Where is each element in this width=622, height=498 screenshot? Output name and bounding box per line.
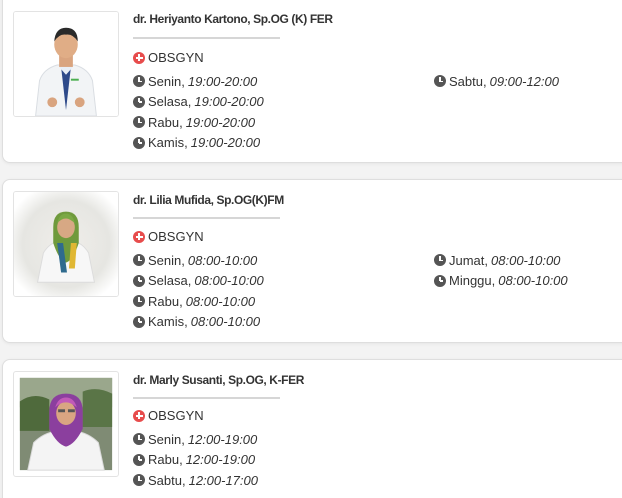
plus-circle-icon — [133, 230, 145, 243]
clock-icon — [133, 295, 145, 308]
clock-icon — [434, 274, 446, 287]
schedule-list: Senin, 12:00-19:00 Rabu, 12:00-19:00 Sabtu… — [133, 429, 258, 491]
schedule-day: Kamis, — [148, 135, 188, 151]
clock-icon — [133, 315, 145, 328]
schedule-row: Kamis, 19:00-20:00 — [133, 133, 264, 154]
schedule-day: Rabu, — [148, 452, 183, 468]
specialty-label: OBSGYN — [148, 50, 204, 65]
doctor-card: dr. Lilia Mufida, Sp.OG(K)FM OBSGYN Seni… — [2, 179, 622, 343]
schedule-day: Rabu, — [148, 293, 183, 309]
schedule-time: 08:00-10:00 — [187, 252, 258, 268]
schedule-day: Sabtu, — [148, 472, 186, 488]
clock-icon — [133, 95, 145, 108]
schedule-row: Selasa, 08:00-10:00 — [133, 271, 264, 292]
schedule-list: Senin, 08:00-10:00 Selasa, 08:00-10:00 Rab… — [133, 250, 264, 332]
specialty: OBSGYN — [133, 408, 204, 423]
schedule-day: Selasa, — [148, 94, 192, 110]
clock-icon — [133, 254, 145, 267]
divider — [133, 37, 280, 39]
schedule-row: Rabu, 08:00-10:00 — [133, 291, 264, 312]
schedule-row: Jumat, 08:00-10:00 — [434, 250, 568, 271]
specialty-label: OBSGYN — [148, 229, 204, 244]
schedule-time: 19:00-20:00 — [190, 135, 261, 151]
plus-circle-icon — [133, 409, 145, 422]
schedule-row: Senin, 19:00-20:00 — [133, 71, 264, 92]
divider — [133, 217, 280, 219]
schedule-time: 08:00-10:00 — [185, 293, 256, 309]
schedule-list: Jumat, 08:00-10:00 Minggu, 08:00-10:00 — [434, 250, 568, 291]
schedule-time: 08:00-10:00 — [190, 314, 261, 330]
schedule-row: Rabu, 19:00-20:00 — [133, 112, 264, 133]
schedule-list: Sabtu, 09:00-12:00 — [434, 71, 559, 92]
clock-icon — [133, 453, 145, 466]
clock-icon — [133, 474, 145, 487]
divider — [133, 397, 280, 399]
specialty-label: OBSGYN — [148, 408, 204, 423]
schedule-row: Sabtu, 12:00-17:00 — [133, 470, 258, 491]
clock-icon — [133, 274, 145, 287]
clock-icon — [133, 136, 145, 149]
doctor-photo[interactable] — [13, 371, 119, 477]
doctor-photo[interactable] — [13, 191, 119, 297]
specialty: OBSGYN — [133, 50, 204, 65]
schedule-row: Minggu, 08:00-10:00 — [434, 271, 568, 292]
doctor-name[interactable]: dr. Marly Susanti, Sp.OG, K-FER — [133, 373, 304, 387]
schedule-time: 19:00-20:00 — [185, 114, 256, 130]
schedule-row: Sabtu, 09:00-12:00 — [434, 71, 559, 92]
schedule-time: 19:00-20:00 — [187, 73, 258, 89]
doctor-card: dr. Heriyanto Kartono, Sp.OG (K) FER OBS… — [2, 0, 622, 163]
schedule-day: Minggu, — [449, 273, 496, 289]
doctor-portrait-image — [14, 12, 118, 116]
clock-icon — [133, 433, 145, 446]
schedule-time: 08:00-10:00 — [194, 273, 264, 289]
doctor-portrait-image — [14, 192, 118, 296]
schedule-row: Rabu, 12:00-19:00 — [133, 450, 258, 471]
doctor-card: dr. Marly Susanti, Sp.OG, K-FER OBSGYN S… — [2, 359, 622, 498]
schedule-day: Kamis, — [148, 314, 188, 330]
schedule-time: 09:00-12:00 — [489, 73, 559, 89]
plus-circle-icon — [133, 51, 145, 64]
schedule-row: Kamis, 08:00-10:00 — [133, 312, 264, 333]
schedule-time: 12:00-19:00 — [187, 431, 258, 447]
schedule-day: Rabu, — [148, 114, 183, 130]
clock-icon — [133, 116, 145, 129]
schedule-time: 08:00-10:00 — [498, 273, 568, 289]
schedule-day: Selasa, — [148, 273, 192, 289]
schedule-day: Senin, — [148, 431, 185, 447]
clock-icon — [434, 254, 446, 267]
schedule-time: 08:00-10:00 — [491, 252, 561, 268]
doctor-name[interactable]: dr. Heriyanto Kartono, Sp.OG (K) FER — [133, 12, 333, 26]
schedule-day: Senin, — [148, 252, 185, 268]
schedule-time: 12:00-19:00 — [185, 452, 256, 468]
schedule-row: Senin, 08:00-10:00 — [133, 250, 264, 271]
schedule-row: Senin, 12:00-19:00 — [133, 429, 258, 450]
schedule-list: Senin, 19:00-20:00 Selasa, 19:00-20:00 Rab… — [133, 71, 264, 153]
schedule-day: Senin, — [148, 73, 185, 89]
doctor-name[interactable]: dr. Lilia Mufida, Sp.OG(K)FM — [133, 193, 284, 207]
specialty: OBSGYN — [133, 229, 204, 244]
schedule-time: 19:00-20:00 — [194, 94, 264, 110]
schedule-time: 12:00-17:00 — [188, 472, 258, 488]
clock-icon — [434, 75, 446, 88]
schedule-day: Jumat, — [449, 252, 489, 268]
doctor-photo[interactable] — [13, 11, 119, 117]
schedule-row: Selasa, 19:00-20:00 — [133, 92, 264, 113]
schedule-day: Sabtu, — [449, 73, 487, 89]
clock-icon — [133, 75, 145, 88]
doctor-portrait-image — [19, 377, 113, 471]
